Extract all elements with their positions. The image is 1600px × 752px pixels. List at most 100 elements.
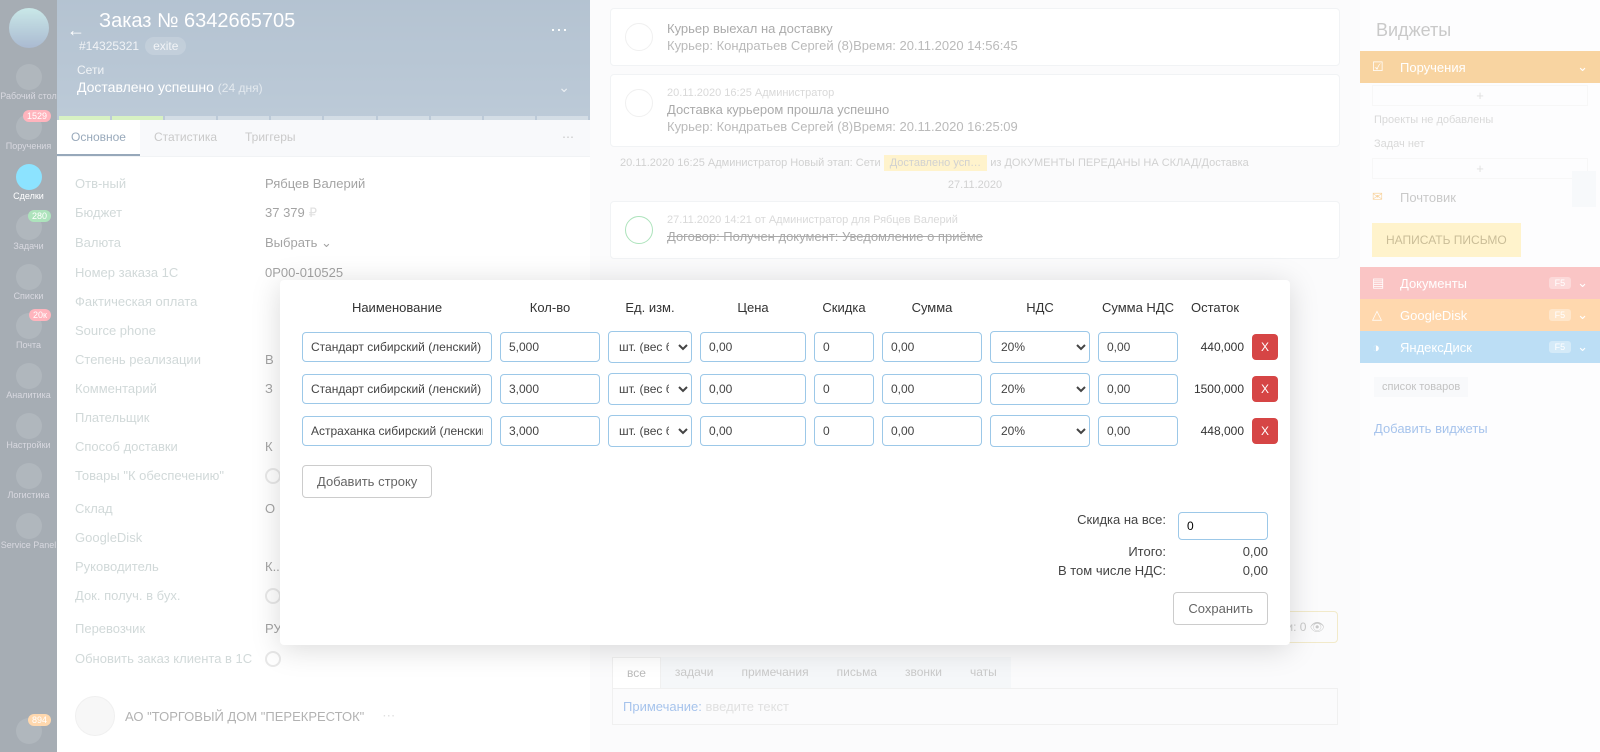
timeline-card: Курьер выехал на доставку Курьер: Кондра… (610, 8, 1340, 66)
tab-menu-icon[interactable]: ⋯ (548, 120, 590, 156)
timeline-card: 20.11.2020 16:25 Администратор Доставка … (610, 74, 1340, 147)
nav-desktop[interactable]: Рабочий стол (0, 58, 57, 108)
unit-select[interactable]: шт. (вес б (608, 373, 692, 405)
tab-main[interactable]: Основное (57, 120, 140, 156)
nav-deals[interactable]: Сделки (0, 158, 57, 208)
widget-documents[interactable]: ▤ДокументыF5⌄ (1360, 267, 1600, 299)
note-tab-notes[interactable]: примечания (727, 657, 822, 688)
col-header: Ед. изм. (608, 300, 692, 321)
detail-field[interactable]: ВалютаВыбрать ⌄ (75, 228, 572, 258)
name-input[interactable] (302, 374, 492, 404)
discount-input[interactable] (814, 332, 874, 362)
save-button[interactable]: Сохранить (1173, 592, 1268, 625)
note-input[interactable]: Примечание: введите текст (612, 688, 1338, 725)
nav-tasks[interactable]: 280Задачи (0, 208, 57, 258)
delete-row-button[interactable]: X (1252, 334, 1278, 360)
detail-menu-icon[interactable]: ⋯ (550, 20, 570, 41)
nav-mail[interactable]: 20кПочта (0, 307, 57, 357)
check-icon (625, 216, 653, 244)
status-value: Доставлено успешно (77, 79, 214, 95)
col-header: Сумма (882, 300, 982, 321)
mail-side-button[interactable] (1572, 171, 1596, 207)
nav-service-panel[interactable]: Service Panel (0, 507, 57, 557)
add-button[interactable]: + (1372, 85, 1588, 106)
chevron-down-icon: ⌄ (1577, 59, 1588, 75)
eye-off-icon[interactable]: 👁 (1310, 620, 1325, 634)
price-input[interactable] (700, 332, 806, 362)
note-tab-chats[interactable]: чаты (956, 657, 1011, 688)
widget-yandexdisk[interactable]: ◑ЯндексДискF5⌄ (1360, 331, 1600, 363)
tab-stats[interactable]: Статистика (140, 120, 231, 156)
company-avatar (75, 696, 115, 736)
nav-assignments[interactable]: 1529Поручения (0, 108, 57, 158)
tab-triggers[interactable]: Триггеры (231, 120, 310, 156)
nav-lists[interactable]: Списки (0, 258, 57, 308)
back-arrow-icon[interactable]: ← (67, 20, 85, 41)
rest-value: 1500,000 (1186, 382, 1244, 396)
detail-field[interactable]: Бюджет37 379₽ (75, 198, 572, 228)
vatsum-input[interactable] (1098, 332, 1178, 362)
rest-value: 448,000 (1186, 424, 1244, 438)
note-tab-calls[interactable]: звонки (891, 657, 956, 688)
goods-list-tag[interactable]: список товаров (1374, 377, 1468, 397)
vat-select[interactable]: 20% (990, 331, 1090, 363)
doc-icon (625, 23, 653, 51)
discount-input[interactable] (814, 374, 874, 404)
segment-label: Сети (77, 63, 570, 77)
widget-googledisk[interactable]: △GoogleDiskF5⌄ (1360, 299, 1600, 331)
widget-assignments[interactable]: ☑Поручения⌄ (1360, 51, 1600, 83)
note-tab-mail[interactable]: письма (823, 657, 891, 688)
nav-analytics[interactable]: Аналитика (0, 357, 57, 407)
vatsum-input[interactable] (1098, 374, 1178, 404)
left-nav-rail: Рабочий стол 1529Поручения Сделки 280Зад… (0, 0, 57, 752)
unit-select[interactable]: шт. (вес б (608, 331, 692, 363)
timeline-date: 27.11.2020 (600, 179, 1350, 191)
order-title: Заказ № 6342665705 (99, 10, 570, 33)
note-tab-tasks[interactable]: задачи (661, 657, 728, 688)
sum-input[interactable] (882, 332, 982, 362)
add-widgets-link[interactable]: Добавить виджеты (1374, 421, 1586, 436)
company-block[interactable]: АО "ТОРГОВЫЙ ДОМ "ПЕРЕКРЕСТОК" ⋯ (75, 696, 395, 736)
widgets-title: Виджеты (1360, 10, 1600, 51)
qty-input[interactable] (500, 332, 600, 362)
detail-field[interactable]: Отв-ныйРябцев Валерий (75, 169, 572, 198)
nav-bottom[interactable]: 894 (0, 712, 57, 752)
add-button[interactable]: + (1372, 158, 1588, 179)
price-input[interactable] (700, 416, 806, 446)
discount-input[interactable] (814, 416, 874, 446)
name-input[interactable] (302, 416, 492, 446)
delete-row-button[interactable]: X (1252, 376, 1278, 402)
tag-exite: exite (145, 37, 186, 55)
detail-field[interactable]: Обновить заказ клиента в 1С (75, 644, 572, 677)
note-tab-all[interactable]: все (612, 657, 661, 688)
qty-input[interactable] (500, 374, 600, 404)
vat-select[interactable]: 20% (990, 373, 1090, 405)
company-menu-icon[interactable]: ⋯ (382, 708, 395, 724)
widget-mail[interactable]: ✉Почтовик (1360, 181, 1600, 213)
nav-settings[interactable]: Настройки (0, 407, 57, 457)
name-input[interactable] (302, 332, 492, 362)
price-input[interactable] (700, 374, 806, 404)
qty-input[interactable] (500, 416, 600, 446)
chevron-down-icon: ⌄ (1577, 307, 1588, 323)
add-row-button[interactable]: Добавить строку (302, 465, 432, 498)
line-items-modal: НаименованиеКол-воЕд. изм.ЦенаСкидкаСумм… (280, 280, 1290, 645)
delete-row-button[interactable]: X (1252, 418, 1278, 444)
col-header: Цена (700, 300, 806, 321)
nav-logistics[interactable]: Логистика (0, 457, 57, 507)
col-header: Наименование (302, 300, 492, 321)
sum-input[interactable] (882, 416, 982, 446)
widgets-panel: Виджеты ☑Поручения⌄ + Проекты не добавле… (1360, 0, 1600, 752)
chevron-down-icon: ⌄ (1577, 275, 1588, 291)
col-header: Скидка (814, 300, 874, 321)
col-header: Остаток (1186, 300, 1244, 321)
chevron-down-icon[interactable]: ⌄ (558, 79, 570, 96)
unit-select[interactable]: шт. (вес б (608, 415, 692, 447)
discount-all-input[interactable] (1178, 512, 1268, 540)
vat-select[interactable]: 20% (990, 415, 1090, 447)
vatsum-input[interactable] (1098, 416, 1178, 446)
doc-icon (625, 89, 653, 117)
rest-value: 440,000 (1186, 340, 1244, 354)
compose-mail-button[interactable]: НАПИСАТЬ ПИСЬМО (1372, 223, 1521, 257)
sum-input[interactable] (882, 374, 982, 404)
